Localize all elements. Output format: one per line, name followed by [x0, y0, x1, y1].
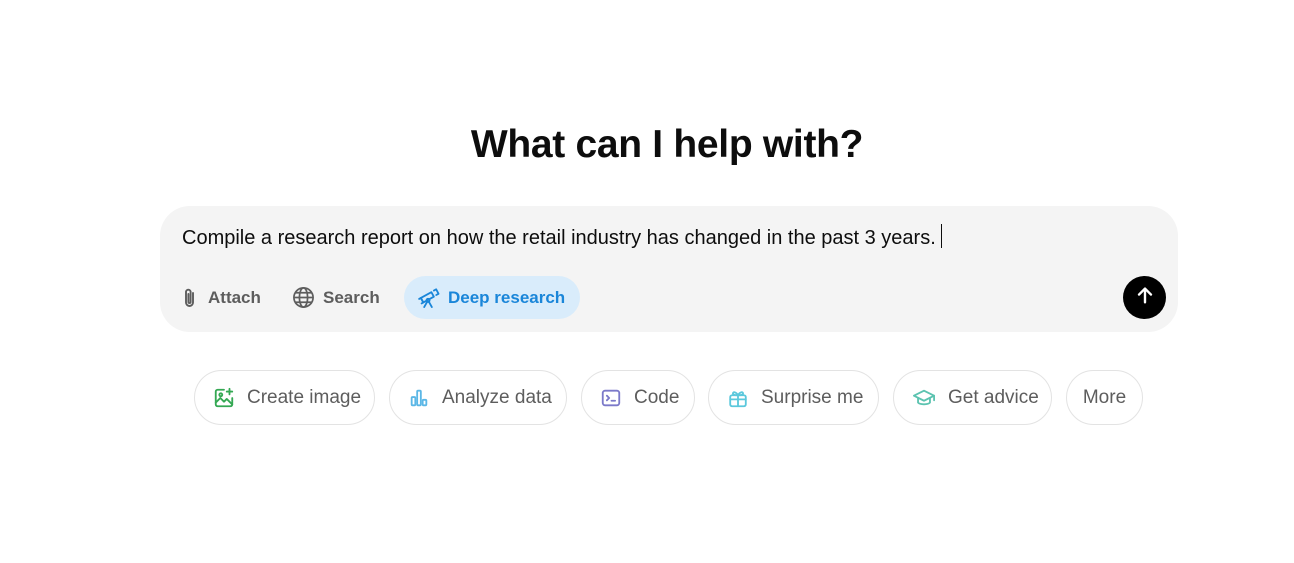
telescope-icon — [417, 286, 440, 309]
bar-chart-icon — [408, 387, 430, 409]
create-image-label: Create image — [247, 386, 362, 408]
page-title: What can I help with? — [470, 123, 864, 166]
search-label: Search — [323, 287, 380, 307]
more-label: More — [1082, 386, 1127, 408]
graduation-cap-icon — [912, 387, 936, 409]
arrow-up-icon — [1134, 284, 1156, 311]
globe-icon — [292, 286, 315, 309]
code-label: Code — [634, 386, 680, 408]
get-advice-button[interactable]: Get advice — [893, 370, 1052, 425]
get-advice-label: Get advice — [948, 386, 1039, 408]
gift-icon — [727, 387, 749, 409]
attach-label: Attach — [208, 287, 261, 307]
prompt-input[interactable]: Compile a research report on how the ret… — [182, 224, 943, 252]
deep-research-button[interactable]: Deep research — [404, 276, 581, 319]
surprise-me-button[interactable]: Surprise me — [708, 370, 879, 425]
image-icon — [213, 387, 235, 409]
analyze-data-button[interactable]: Analyze data — [389, 370, 567, 425]
text-caret — [940, 224, 943, 248]
search-button[interactable]: Search — [292, 276, 380, 319]
prompt-composer[interactable]: Compile a research report on how the ret… — [160, 206, 1178, 332]
surprise-me-label: Surprise me — [761, 386, 864, 408]
terminal-icon — [600, 387, 622, 409]
analyze-data-label: Analyze data — [442, 386, 552, 408]
prompt-text: Compile a research report on how the ret… — [182, 227, 936, 249]
more-button[interactable]: More — [1066, 370, 1143, 425]
create-image-button[interactable]: Create image — [194, 370, 375, 425]
attach-button[interactable]: Attach — [180, 276, 261, 319]
paperclip-icon — [180, 287, 200, 309]
deep-research-label: Deep research — [448, 287, 566, 307]
code-button[interactable]: Code — [581, 370, 695, 425]
send-button[interactable] — [1123, 276, 1166, 319]
